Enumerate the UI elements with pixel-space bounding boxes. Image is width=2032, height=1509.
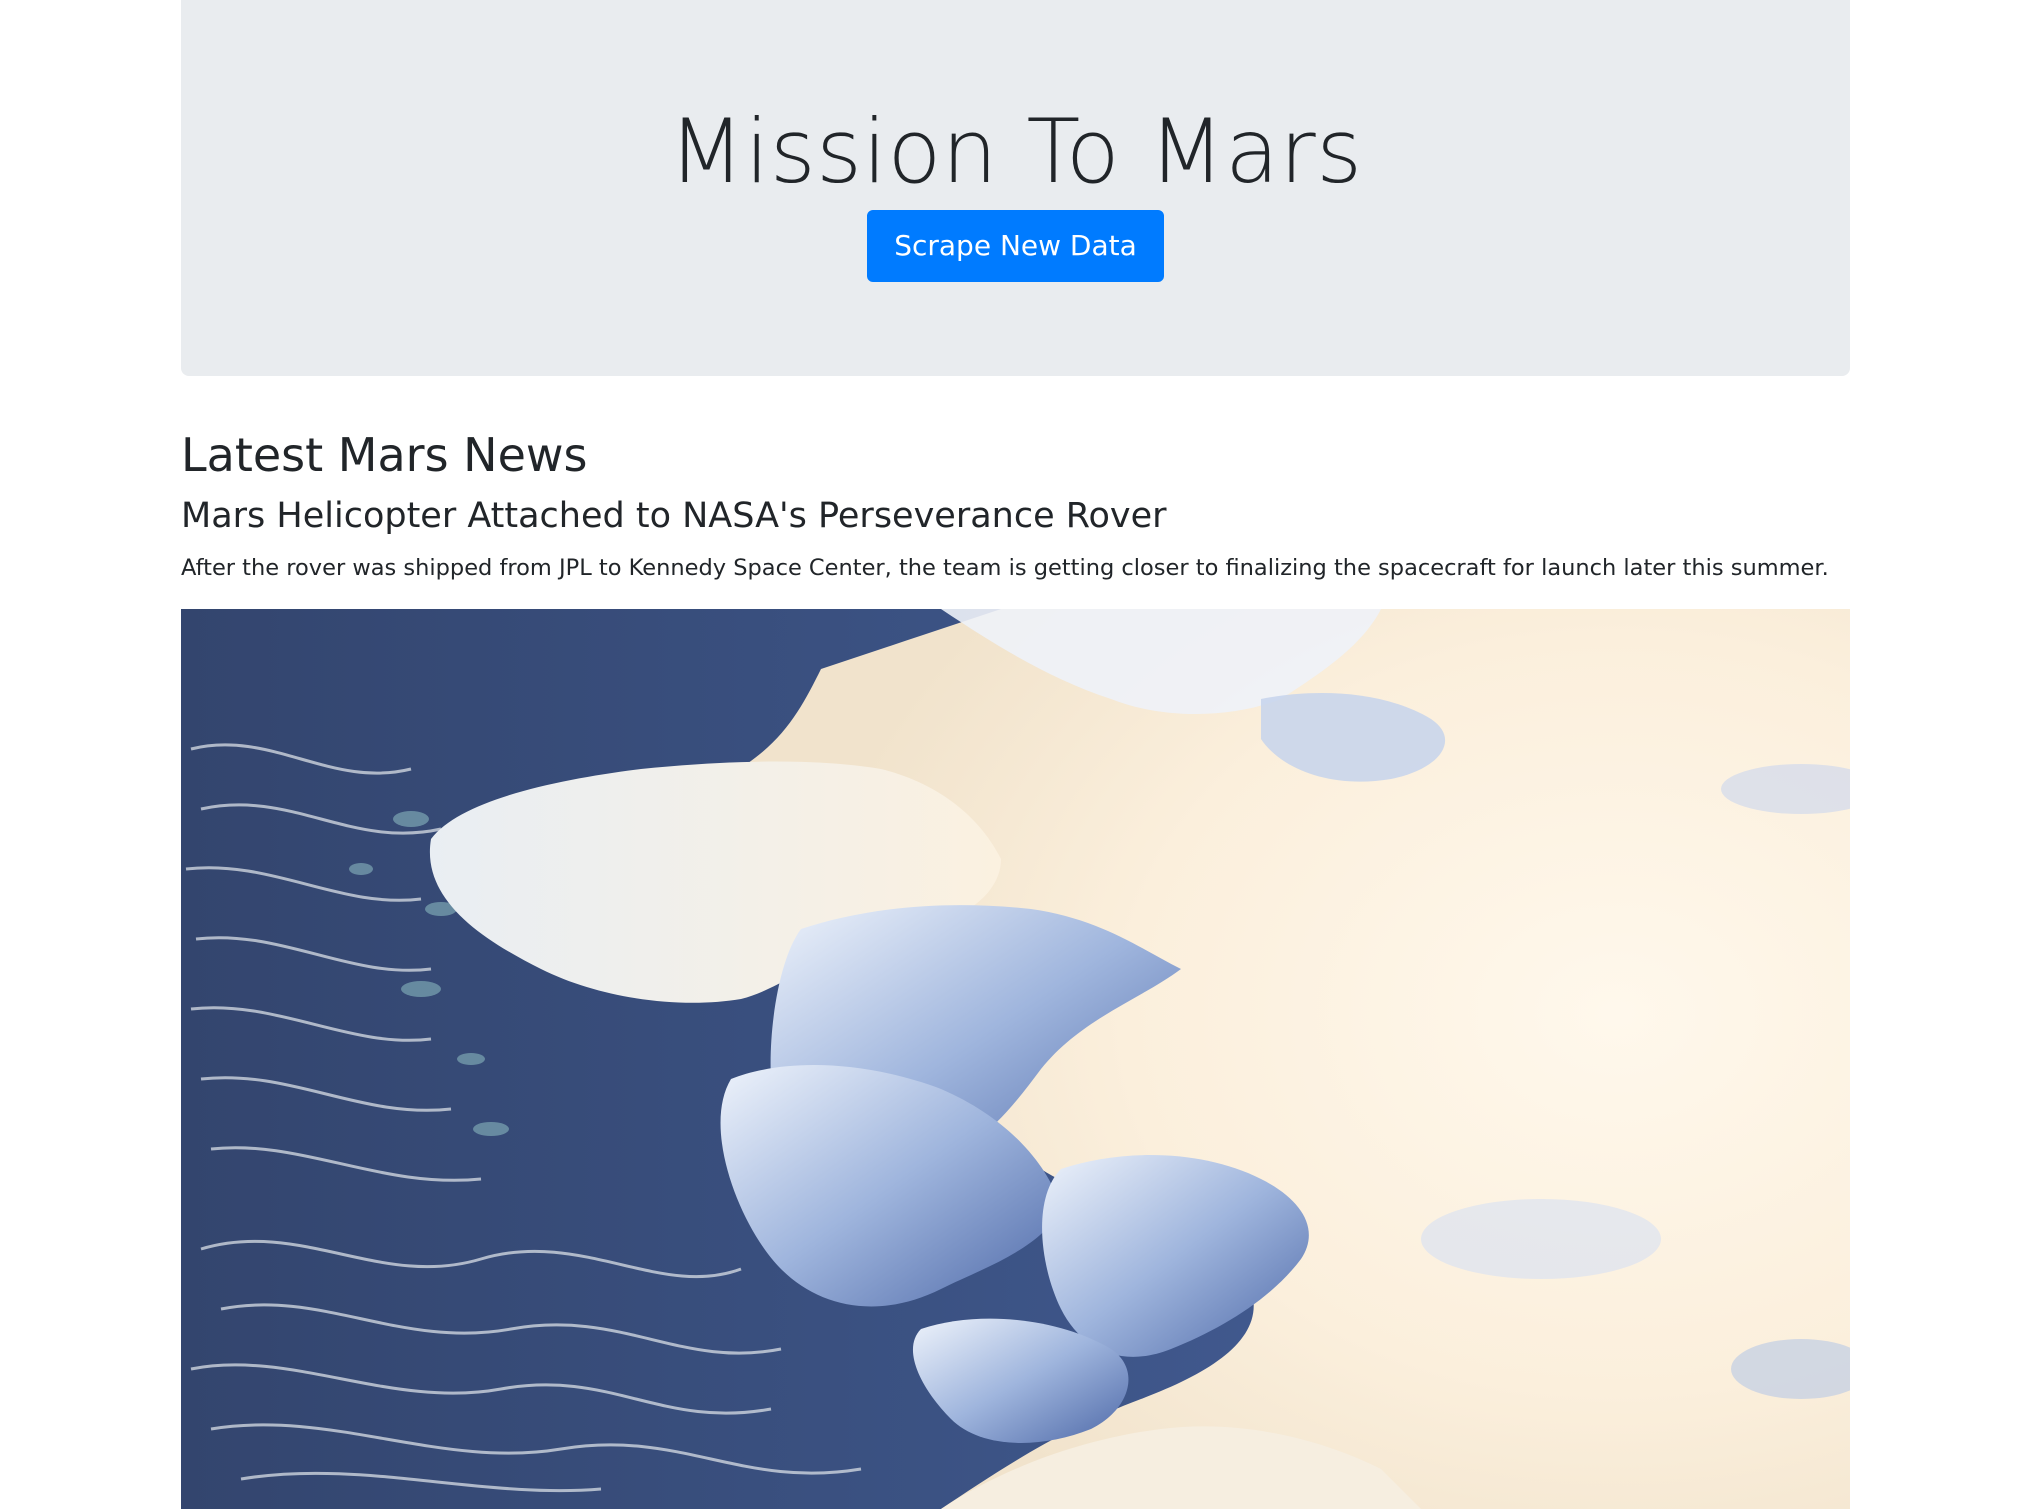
page-container: Mission To Mars Scrape New Data Latest M… bbox=[181, 0, 1850, 1509]
scrape-new-data-button[interactable]: Scrape New Data bbox=[867, 210, 1164, 282]
featured-image bbox=[181, 609, 1850, 1509]
page-title: Mission To Mars bbox=[668, 100, 1363, 203]
news-section-title: Latest Mars News bbox=[181, 428, 588, 482]
news-teaser: After the rover was shipped from JPL to … bbox=[181, 555, 1829, 582]
news-headline: Mars Helicopter Attached to NASA's Perse… bbox=[181, 496, 1167, 537]
jumbotron: Mission To Mars Scrape New Data bbox=[181, 0, 1850, 376]
